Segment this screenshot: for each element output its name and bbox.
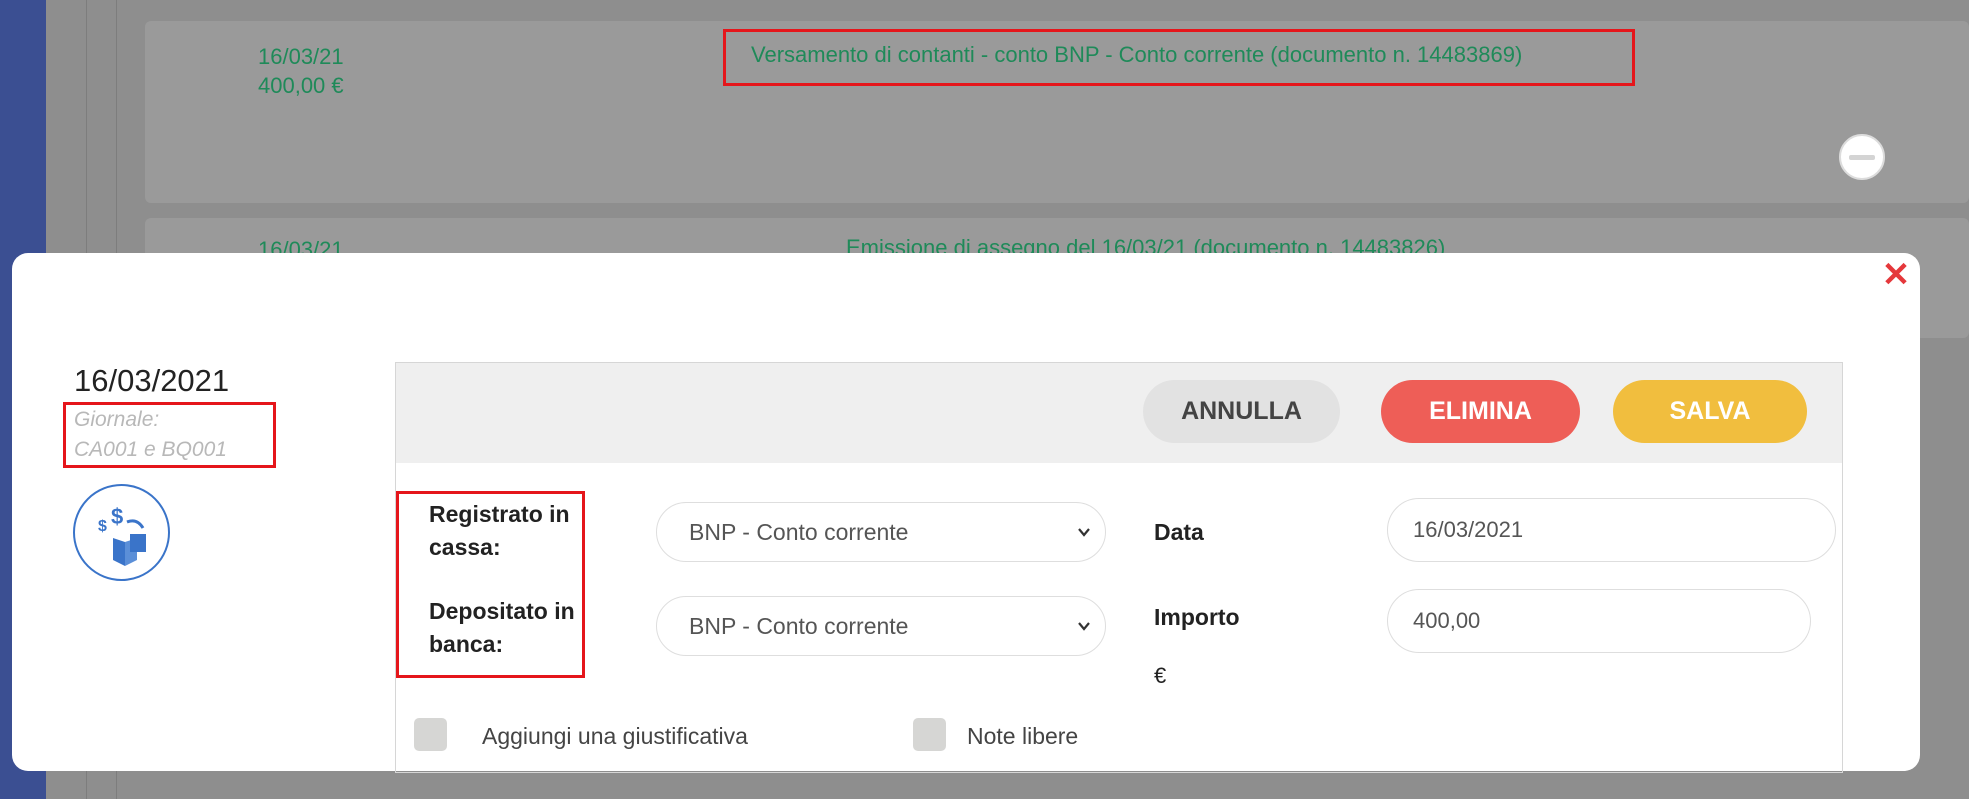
amount-label: Importo [1154,604,1240,630]
entry-form-panel: ANNULLA ELIMINA SALVA Registrato in cass… [395,362,1843,773]
close-icon[interactable]: ✕ [1880,258,1912,292]
collapse-button[interactable] [1839,134,1885,180]
bank-account-value: BNP - Conto corrente [689,613,909,639]
date-label: Data [1154,519,1204,545]
entry-date-title: 16/03/2021 [74,363,230,398]
highlight-box [63,402,276,468]
highlight-box [723,29,1635,86]
minus-icon [1849,155,1875,160]
date-input-value: 16/03/2021 [1413,517,1524,542]
cash-account-select[interactable]: BNP - Conto corrente [656,502,1106,562]
add-justification-label[interactable]: Aggiungi una giustificativa [482,723,748,750]
chevron-down-icon [1078,528,1090,537]
save-button[interactable]: SALVA [1613,380,1807,443]
highlight-box [396,491,585,678]
entry-amount: 400,00 € [258,73,344,98]
chevron-down-icon [1078,622,1090,631]
amount-input[interactable]: 400,00 [1387,589,1811,653]
free-notes-checkbox[interactable] [913,718,946,751]
currency-label: € [1154,663,1167,688]
svg-text:$: $ [111,504,123,529]
entry-date: 16/03/21 [258,44,344,69]
svg-text:$: $ [98,518,107,535]
cash-account-value: BNP - Conto corrente [689,519,909,545]
amount-input-value: 400,00 [1413,608,1481,633]
edit-entry-modal: ✕ 16/03/2021 Giornale: CA001 e BQ001 $ $… [12,253,1920,773]
add-justification-checkbox[interactable] [414,718,447,751]
delete-button[interactable]: ELIMINA [1381,380,1580,443]
cash-deposit-icon: $ $ [73,484,170,581]
action-bar: ANNULLA ELIMINA SALVA [396,363,1842,463]
bank-account-select[interactable]: BNP - Conto corrente [656,596,1106,656]
date-input[interactable]: 16/03/2021 [1387,498,1836,562]
free-notes-label[interactable]: Note libere [967,723,1078,750]
cancel-button[interactable]: ANNULLA [1143,380,1340,443]
